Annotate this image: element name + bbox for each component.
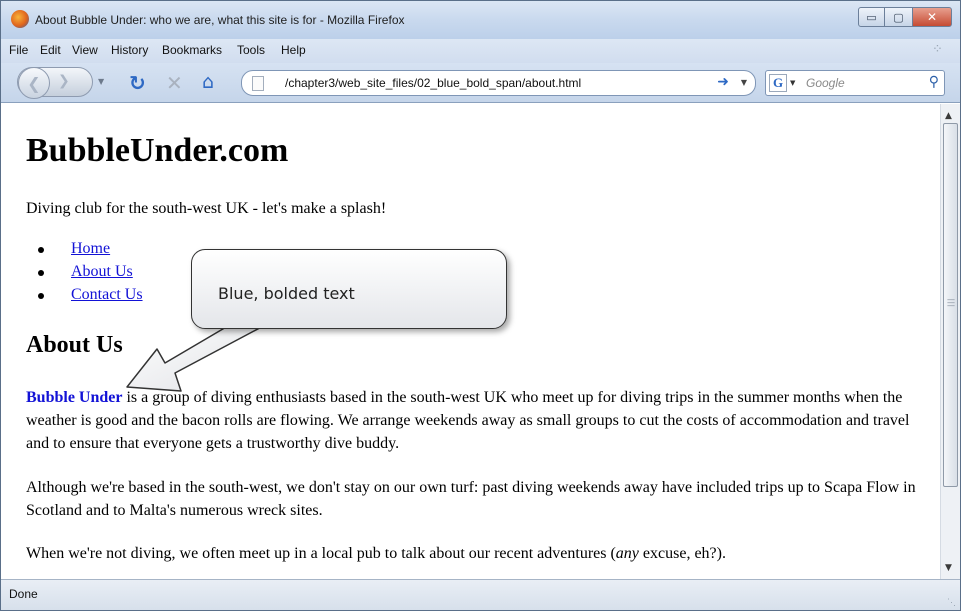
blue-bold-span: Bubble Under bbox=[26, 389, 123, 406]
pub-paragraph: When we're not diving, we often meet up … bbox=[26, 542, 926, 565]
status-bar: Done ⋱ bbox=[1, 579, 960, 610]
search-bar[interactable]: G ▼ Google ⚲ bbox=[765, 70, 945, 96]
menu-tools[interactable]: Tools bbox=[237, 43, 265, 57]
intro-text: is a group of diving enthusiasts based i… bbox=[26, 389, 910, 452]
address-bar[interactable]: /chapter3/web_site_files/02_blue_bold_sp… bbox=[241, 70, 756, 96]
navigation-toolbar: ❮ ❯ ▼ ↻ ✕ ⌂ /chapter3/web_site_files/02_… bbox=[1, 63, 960, 103]
close-button[interactable]: ✕ bbox=[912, 7, 952, 27]
throbber-icon: ⁘ bbox=[932, 41, 943, 56]
window-controls: ▭ ▢ ✕ bbox=[858, 7, 952, 27]
history-dropdown-icon[interactable]: ▼ bbox=[98, 77, 104, 86]
intro-paragraph: Bubble Under is a group of diving enthus… bbox=[26, 386, 926, 455]
scroll-down-icon[interactable]: ▼ bbox=[945, 563, 952, 573]
reload-icon[interactable]: ↻ bbox=[129, 71, 146, 95]
menu-file[interactable]: File bbox=[9, 43, 28, 57]
vertical-scrollbar[interactable]: ▲ — — — ▼ bbox=[940, 104, 960, 579]
menu-history[interactable]: History bbox=[111, 43, 148, 57]
grip-icon: — — — bbox=[947, 295, 955, 310]
pub-text-after: excuse, eh?). bbox=[638, 545, 726, 562]
page-content: BubbleUnder.com Diving club for the sout… bbox=[2, 104, 940, 579]
forward-arrow-icon[interactable]: ❯ bbox=[58, 73, 70, 89]
engine-dropdown-icon[interactable]: ▼ bbox=[790, 79, 795, 87]
url-input[interactable]: /chapter3/web_site_files/02_blue_bold_sp… bbox=[285, 76, 581, 90]
firefox-icon bbox=[11, 10, 29, 28]
section-heading: About Us bbox=[26, 332, 123, 358]
nav-item-home: Home bbox=[38, 240, 143, 263]
tagline: Diving club for the south-west UK - let'… bbox=[26, 200, 387, 217]
emphasis-any: any bbox=[615, 545, 639, 562]
home-link[interactable]: Home bbox=[71, 240, 110, 257]
travel-paragraph: Although we're based in the south-west, … bbox=[26, 479, 916, 519]
minimize-button[interactable]: ▭ bbox=[858, 7, 885, 27]
maximize-button[interactable]: ▢ bbox=[885, 7, 912, 27]
menu-edit[interactable]: Edit bbox=[40, 43, 61, 57]
home-icon[interactable]: ⌂ bbox=[202, 71, 214, 93]
browser-window: About Bubble Under: who we are, what thi… bbox=[0, 0, 961, 611]
url-dropdown-icon[interactable]: ▼ bbox=[741, 78, 747, 87]
menu-help[interactable]: Help bbox=[281, 43, 306, 57]
contact-us-link[interactable]: Contact Us bbox=[71, 286, 143, 303]
search-input[interactable]: Google bbox=[806, 76, 845, 90]
window-title: About Bubble Under: who we are, what thi… bbox=[35, 13, 405, 27]
nav-item-about: About Us bbox=[38, 263, 143, 286]
stop-icon[interactable]: ✕ bbox=[166, 71, 183, 95]
callout-box: Blue, bolded text bbox=[191, 249, 507, 329]
about-us-link[interactable]: About Us bbox=[71, 263, 133, 280]
callout-text: Blue, bolded text bbox=[218, 284, 355, 303]
pub-text-before: When we're not diving, we often meet up … bbox=[26, 545, 616, 562]
site-navigation: Home About Us Contact Us bbox=[38, 240, 143, 309]
go-arrow-icon[interactable]: ➜ bbox=[717, 74, 729, 90]
magnifier-icon[interactable]: ⚲ bbox=[929, 74, 939, 90]
resize-grip-icon[interactable]: ⋱ bbox=[947, 597, 957, 607]
back-arrow-icon: ❮ bbox=[27, 73, 41, 93]
scroll-thumb[interactable]: — — — bbox=[943, 123, 958, 487]
back-forward-group: ❮ ❯ bbox=[17, 67, 93, 99]
site-title: BubbleUnder.com bbox=[26, 132, 289, 169]
back-button[interactable]: ❮ bbox=[18, 67, 50, 99]
menu-view[interactable]: View bbox=[72, 43, 98, 57]
scroll-up-icon[interactable]: ▲ bbox=[945, 111, 952, 121]
search-engine-icon[interactable]: G bbox=[769, 74, 787, 92]
status-text: Done bbox=[9, 587, 38, 601]
page-icon bbox=[252, 76, 264, 91]
title-bar: About Bubble Under: who we are, what thi… bbox=[1, 1, 960, 39]
menu-bar: File Edit View History Bookmarks Tools H… bbox=[1, 39, 960, 63]
menu-bookmarks[interactable]: Bookmarks bbox=[162, 43, 222, 57]
nav-item-contact: Contact Us bbox=[38, 286, 143, 309]
